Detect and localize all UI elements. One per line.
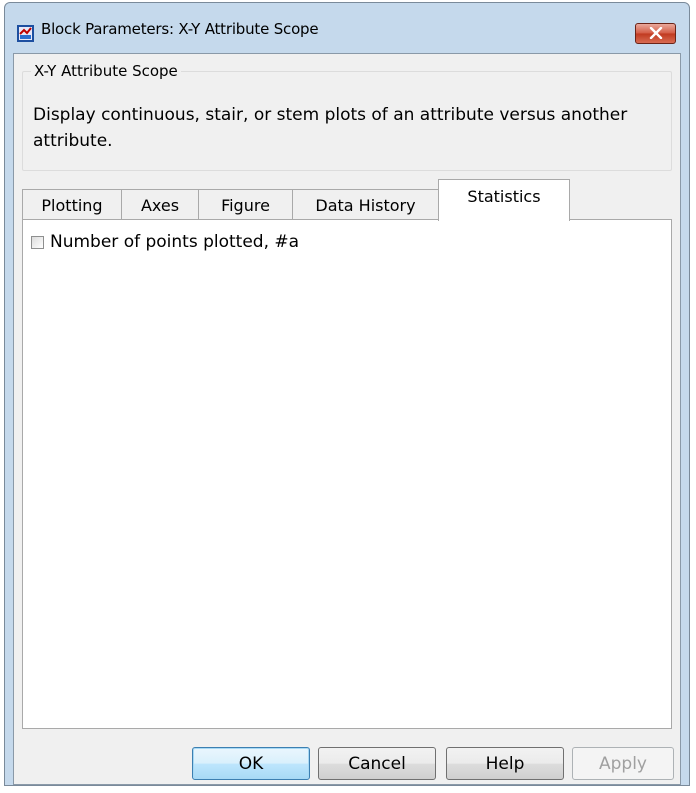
tab-strip: Plotting Axes Figure Data History Statis… [22, 179, 672, 221]
statistics-panel: Number of points plotted, #a [22, 219, 672, 729]
points-plotted-label: Number of points plotted, #a [50, 232, 300, 252]
simulink-block-icon [17, 25, 34, 42]
apply-button[interactable]: Apply [572, 747, 674, 780]
dialog-body: X-Y Attribute Scope Display continuous, … [13, 53, 681, 785]
ok-button[interactable]: OK [192, 747, 310, 780]
block-description: Display continuous, stair, or stem plots… [33, 105, 628, 151]
points-plotted-option[interactable]: Number of points plotted, #a [31, 232, 299, 252]
tab-plotting[interactable]: Plotting [22, 189, 122, 220]
dialog-window: Block Parameters: X-Y Attribute Scope X-… [4, 2, 690, 786]
description-group: X-Y Attribute Scope Display continuous, … [22, 62, 672, 171]
close-button[interactable] [635, 23, 676, 44]
group-title: X-Y Attribute Scope [31, 62, 181, 80]
points-plotted-checkbox[interactable] [31, 235, 44, 249]
tab-figure[interactable]: Figure [198, 189, 293, 220]
tab-data-history[interactable]: Data History [292, 189, 439, 220]
tab-statistics[interactable]: Statistics [438, 179, 570, 221]
tab-axes[interactable]: Axes [121, 189, 199, 220]
cancel-button[interactable]: Cancel [318, 747, 436, 780]
window-title: Block Parameters: X-Y Attribute Scope [41, 20, 319, 38]
help-button[interactable]: Help [446, 747, 564, 780]
close-icon [649, 24, 663, 43]
title-bar[interactable]: Block Parameters: X-Y Attribute Scope [5, 3, 689, 53]
